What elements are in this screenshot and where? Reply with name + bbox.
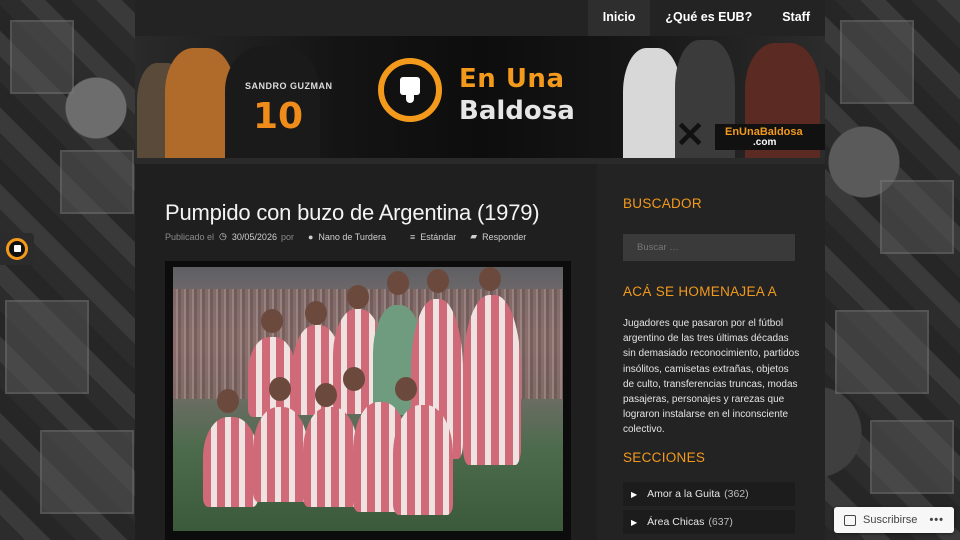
subscribe-icon [844,514,856,526]
top-navigation-bar: Inicio ¿Qué es EUB? Staff [135,0,825,36]
section-label: Amor a la Guita [647,488,721,500]
player-head [387,271,409,295]
site-badge-tld: .com [753,137,777,148]
collage-photo [870,420,954,494]
jersey-name: SANDRO GUZMAN [245,81,333,91]
post-content: Pumpido con buzo de Argentina (1979) Pub… [135,164,595,540]
tribute-widget-title: ACÁ SE HOMENAJEA A [623,284,777,299]
collage-photo [840,20,914,104]
player-head [217,389,239,413]
player-head [305,301,327,325]
section-item-area-chicas[interactable]: ▶ Área Chicas (637) [623,510,795,534]
player-figure [248,337,296,417]
by-label: por [280,231,294,242]
section-item-amor-a-la-guita[interactable]: ▶ Amor a la Guita (362) [623,482,795,506]
subscribe-button[interactable]: Suscribirse ••• [834,507,954,533]
logo-text-line2: Baldosa [459,96,575,126]
collage-photo [5,300,89,394]
post-author[interactable]: Nano de Turdera [318,232,386,242]
section-count: (637) [708,516,733,528]
search-input[interactable] [623,234,795,261]
section-count: (362) [724,488,749,500]
reply-link[interactable]: Responder [482,232,526,242]
player-head [347,285,369,309]
player-head [479,267,501,291]
floating-logo-button[interactable] [0,233,34,265]
comment-icon: ▰ [470,231,478,241]
nav-item-staff[interactable]: Staff [767,0,825,36]
post-image-frame [165,261,571,540]
caret-right-icon: ▶ [631,517,638,527]
collage-photo [10,20,74,94]
clock-icon: ◷ [219,231,227,241]
jersey-number: 10 [253,96,304,137]
player-head [343,367,365,391]
player-figure [203,417,258,507]
player-head [269,377,291,401]
player-figure [253,407,308,502]
collage-photo [40,430,134,514]
more-options-icon[interactable]: ••• [929,514,944,526]
post-date[interactable]: 30/05/2026 [232,232,277,242]
user-icon: ● [307,231,314,242]
player-head [315,383,337,407]
subscribe-label: Suscribirse [863,514,918,526]
nav-item-inicio[interactable]: Inicio [587,0,651,36]
collage-photo [835,310,929,394]
post-meta: Publicado el ◷ 30/05/2026 por ● Nano de … [165,231,526,242]
collage-photo [880,180,954,254]
player-figure [393,405,453,515]
sections-widget-title: SECCIONES [623,450,706,465]
header-banner[interactable]: SANDRO GUZMAN 10 En Una Baldosa ✕ EnUnaB… [135,36,825,158]
format-icon: ≡ [409,231,416,242]
tribute-description: Jugadores que pasaron por el fútbol arge… [623,318,800,436]
post-title[interactable]: Pumpido con buzo de Argentina (1979) [165,200,540,226]
player-figure [303,407,358,507]
banner-player-photo [623,48,681,158]
player-figure [463,295,521,465]
cross-mark-icon: ✕ [675,114,706,155]
thumbs-down-icon [378,58,442,122]
player-head [395,377,417,401]
search-widget-title: BUSCADOR [623,196,702,211]
thumbs-down-icon [6,238,28,260]
nav-item-que-es-eub[interactable]: ¿Qué es EUB? [650,0,767,36]
main-menu: Inicio ¿Qué es EUB? Staff [587,0,825,36]
post-format[interactable]: Estándar [420,232,456,242]
site-url-badge: EnUnaBaldosa .com [715,124,825,150]
caret-right-icon: ▶ [631,489,638,499]
page-container: Inicio ¿Qué es EUB? Staff SANDRO GUZMAN … [135,0,825,540]
sidebar: BUSCADOR ACÁ SE HOMENAJEA A Jugadores qu… [597,164,825,540]
player-head [261,309,283,333]
published-label: Publicado el [165,231,215,242]
section-label: Área Chicas [647,516,705,528]
player-head [427,269,449,293]
collage-photo [60,150,134,214]
logo-text-line1: En Una [459,64,565,94]
team-photo[interactable] [173,267,563,531]
